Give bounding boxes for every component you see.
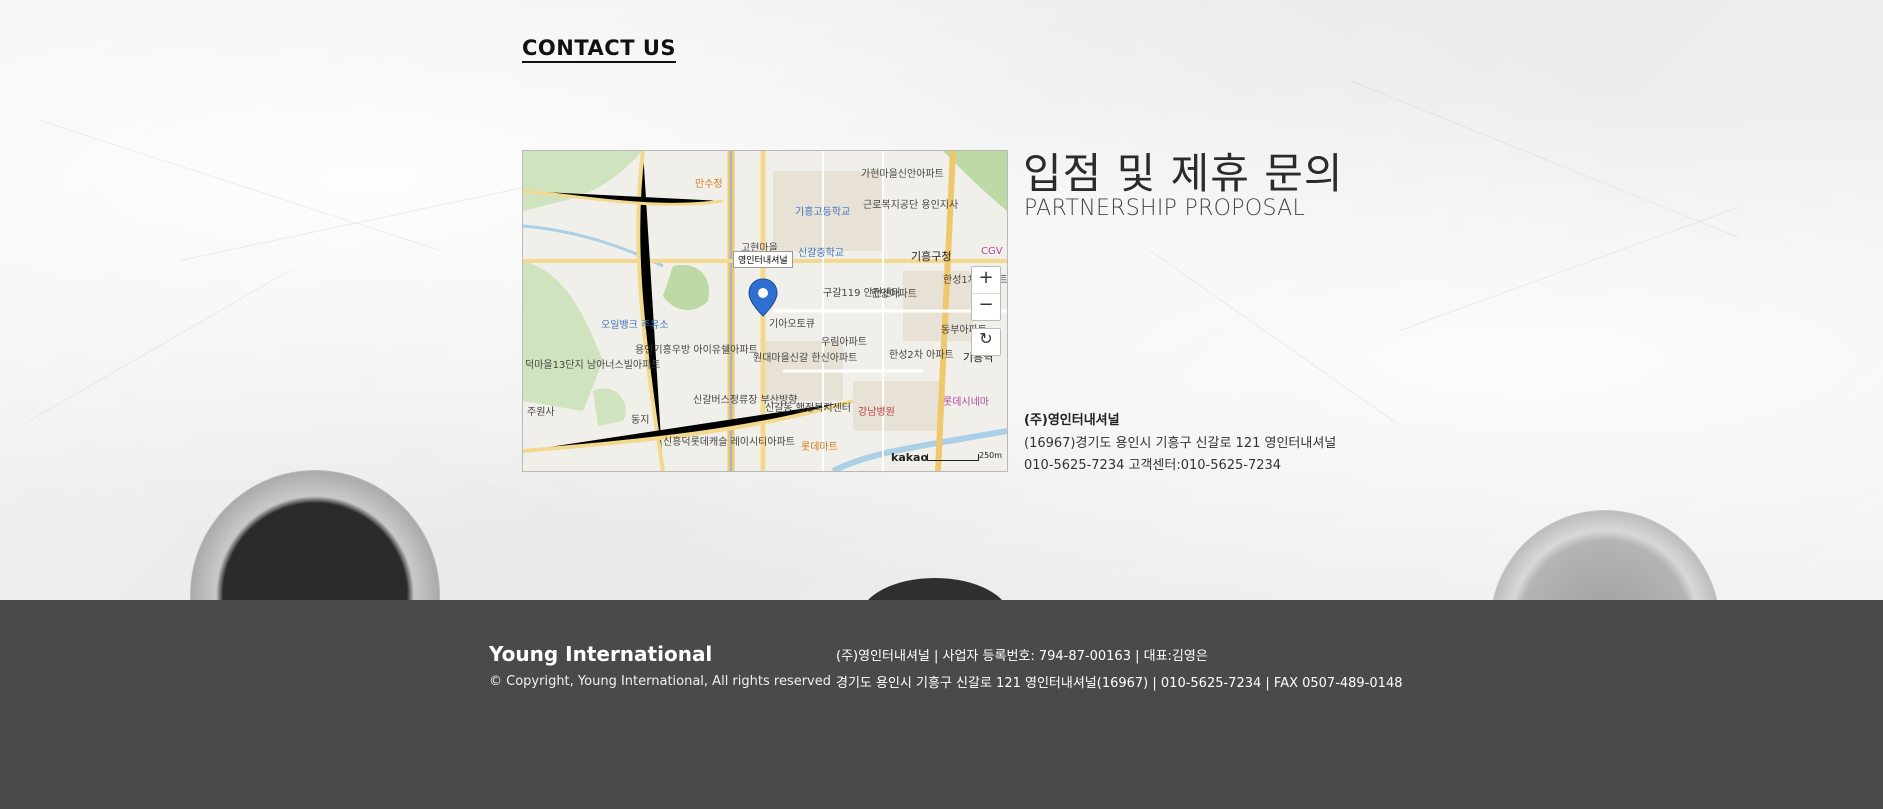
map-label: 주원사 <box>527 407 555 418</box>
map-label: 오일뱅크 주유소 <box>601 320 669 331</box>
map-label: 기흥구청 <box>911 250 952 263</box>
map-pin-label[interactable]: 영인터내셔널 <box>733 251 793 268</box>
company-address: (16967)경기도 용인시 기흥구 신갈로 121 영인터내셔널 <box>1024 436 1337 451</box>
map-label: 원대마을신갈 한신아파트 <box>753 353 858 364</box>
company-name: (주)영인터내셔널 <box>1024 413 1120 428</box>
map-label: 강남병원 <box>858 407 895 418</box>
site-footer: Young International © Copyright, Young I… <box>0 600 1883 809</box>
footer-brand: Young International <box>489 642 713 666</box>
map-scale-label: 250m <box>979 451 1003 460</box>
zoom-out-button[interactable]: − <box>972 293 1000 320</box>
map-label: 신갈중학교 <box>798 248 844 259</box>
map-label: 우림아파트 <box>821 337 867 348</box>
map-label: 한양아파트 <box>871 289 917 300</box>
map-label: 덕마을13단지 남아너스빌아파트 <box>525 360 661 371</box>
map-label: 만수정 <box>695 179 723 190</box>
map-label: 기아오토큐 <box>769 319 815 330</box>
map-label: CGV <box>981 246 1003 257</box>
map-label: 롯데마트 <box>801 442 838 453</box>
map-label: 동지 <box>631 415 650 426</box>
location-map[interactable]: 가현마을신안아파트 근로복지공단 용인지사 기흥고등학교 신갈중학교 기흥구청 … <box>522 150 1008 472</box>
footer-copyright: © Copyright, Young International, All ri… <box>489 674 831 689</box>
map-label: 신갈동 행정복지센터 <box>765 403 851 414</box>
partnership-heading: 입점 및 제휴 문의 <box>1023 149 1344 198</box>
footer-business-info: (주)영인터내셔널 | 사업자 등록번호: 794-87-00163 | 대표:… <box>836 649 1208 664</box>
map-label: 한성2차 아파트 <box>889 350 954 361</box>
coffee-cup-right-image <box>1490 510 1720 600</box>
map-zoom-control: + − <box>971 266 1001 321</box>
map-label: 근로복지공단 용인지사 <box>863 200 959 211</box>
contact-us-title: CONTACT US <box>522 36 677 63</box>
map-refresh-button[interactable]: ↻ <box>971 328 1001 356</box>
map-label: 가현마을신안아파트 <box>861 169 944 180</box>
map-scale-bar <box>927 454 979 461</box>
partnership-subheading: PARTNERSHIP PROPOSAL <box>1024 196 1306 221</box>
footer-contact-info: 경기도 용인시 기흥구 신갈로 121 영인터내셔널(16967) | 010-… <box>836 676 1403 691</box>
kakao-logo[interactable]: kakao <box>891 451 928 464</box>
zoom-in-button[interactable]: + <box>972 267 1000 293</box>
coffee-cup-center-image <box>860 578 1010 600</box>
map-label: 롯데시네마 <box>943 397 989 408</box>
company-phones: 010-5625-7234 고객센터:010-5625-7234 <box>1024 458 1282 473</box>
map-label: 신흥덕롯데캐슬 레이시티아파트 <box>663 437 795 448</box>
map-label: 기흥고등학교 <box>795 207 851 218</box>
coffee-cup-left-image <box>190 470 440 600</box>
map-label: 용인기흥우방 아이유쉘아파트 <box>635 345 758 356</box>
